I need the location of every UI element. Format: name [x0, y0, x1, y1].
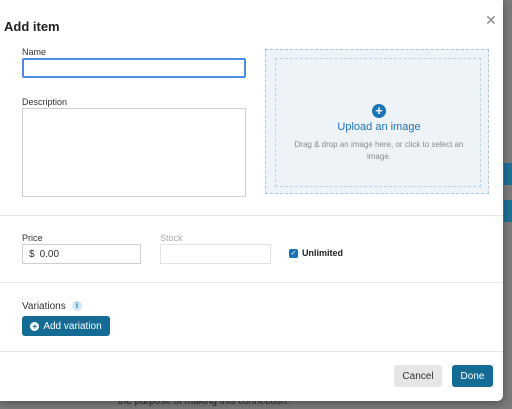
upload-help: Drag & drop an image here, or click to s… — [294, 140, 464, 161]
divider — [0, 282, 503, 283]
add-variation-label: Add variation — [43, 320, 102, 332]
divider — [0, 215, 503, 216]
price-input[interactable]: $ 0.00 — [22, 244, 141, 264]
cancel-button[interactable]: Cancel — [394, 365, 442, 387]
stock-label: Stock — [160, 233, 183, 243]
dialog-title: Add item — [4, 19, 60, 34]
name-input[interactable] — [22, 58, 246, 78]
description-textarea[interactable] — [22, 108, 246, 197]
image-dropzone[interactable]: + Upload an image Drag & drop an image h… — [265, 49, 489, 194]
description-label: Description — [22, 97, 68, 107]
price-value: 0.00 — [39, 248, 60, 260]
info-icon[interactable]: i — [72, 301, 82, 311]
plus-circle-icon: + — [372, 104, 386, 118]
upload-title: Upload an image — [337, 121, 421, 133]
stock-input[interactable] — [160, 244, 271, 264]
unlimited-checkbox[interactable]: ✓ — [289, 249, 298, 258]
variations-label: Variations — [22, 301, 66, 312]
footer-divider — [0, 351, 503, 352]
name-label: Name — [22, 47, 47, 57]
price-label: Price — [22, 233, 43, 243]
unlimited-label[interactable]: Unlimited — [302, 248, 343, 258]
background-accent — [504, 163, 512, 185]
currency-symbol: $ — [29, 248, 35, 260]
close-icon[interactable]: ✕ — [484, 13, 498, 27]
add-variation-button[interactable]: + Add variation — [22, 316, 110, 336]
background-accent — [504, 200, 512, 222]
dropzone-border: + Upload an image Drag & drop an image h… — [275, 58, 481, 187]
done-button[interactable]: Done — [452, 365, 493, 387]
plus-circle-icon: + — [30, 321, 40, 331]
add-item-dialog: Add item ✕ Name Description + Upload an … — [0, 0, 503, 401]
